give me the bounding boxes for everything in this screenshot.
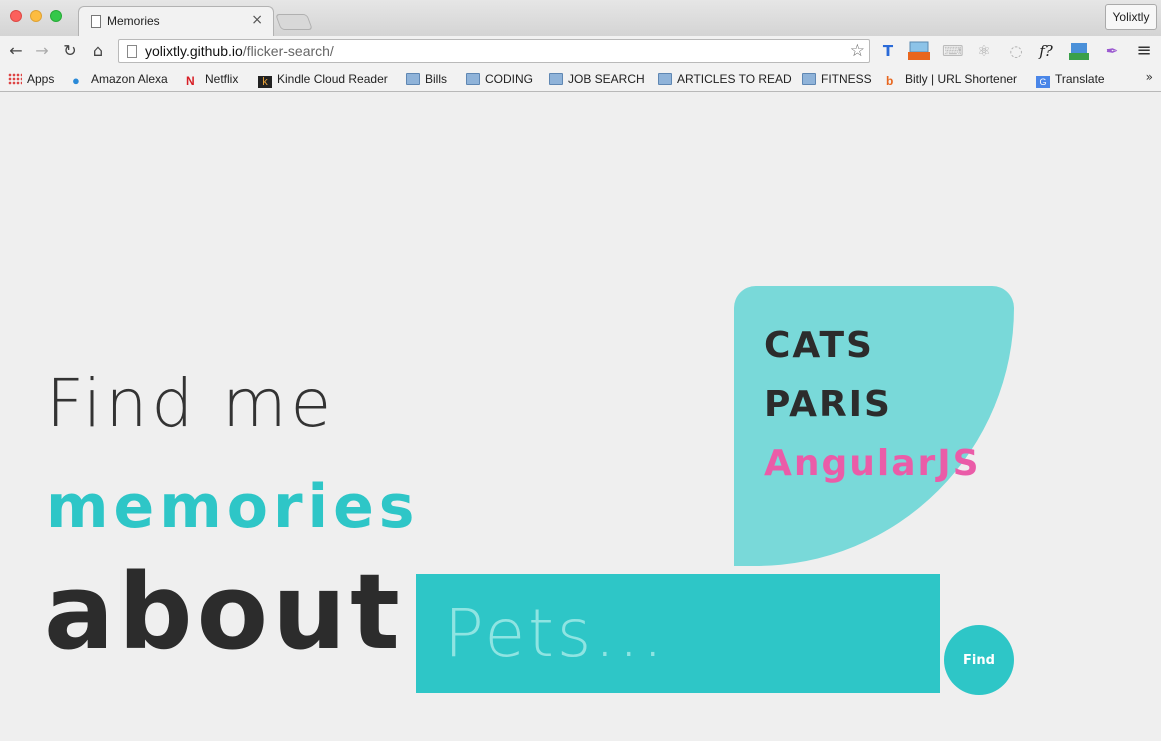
more-bookmarks-icon[interactable]: » xyxy=(1146,70,1153,84)
bookmark-label: Kindle Cloud Reader xyxy=(277,72,388,86)
bookmark-folder-bills[interactable]: Bills xyxy=(406,70,447,88)
search-box xyxy=(416,574,940,693)
folder-icon xyxy=(406,73,420,85)
extension-circle-icon[interactable]: ◌ xyxy=(1006,41,1026,61)
bookmark-folder-job-search[interactable]: JOB SEARCH xyxy=(549,70,645,88)
url-host: yolixtly.github.io xyxy=(145,43,243,59)
suggestion-panel: CATS PARIS AngularJS xyxy=(734,286,1014,566)
bookmark-label: Netflix xyxy=(205,72,239,86)
bookmark-label: Bills xyxy=(425,72,448,86)
minimize-window-button[interactable] xyxy=(30,10,42,22)
react-devtools-icon[interactable]: ⚛ xyxy=(974,41,994,61)
extension-keyboard-icon[interactable]: ⌨ xyxy=(942,41,964,61)
browser-chrome: Memories × Yolixtly ← → ↻ ⌂ yolixtly.git… xyxy=(0,0,1161,92)
reload-icon[interactable]: ↻ xyxy=(60,41,80,61)
apps-grid-icon xyxy=(8,73,22,85)
folder-icon xyxy=(466,73,480,85)
bitly-icon: b xyxy=(886,74,894,88)
page-icon xyxy=(91,15,101,28)
page-content: Find me memories about CATS PARIS Angula… xyxy=(0,92,1161,741)
bookmarks-bar: Apps ● Amazon Alexa N Netflix k Kindle Clou… xyxy=(0,66,1161,91)
extension-fonts-icon[interactable]: f? xyxy=(1036,41,1056,61)
find-button[interactable]: Find xyxy=(944,625,1014,695)
home-icon[interactable]: ⌂ xyxy=(88,41,108,61)
folder-icon xyxy=(658,73,672,85)
bookmark-label: ARTICLES TO READ xyxy=(677,72,792,86)
forward-arrow-icon[interactable]: → xyxy=(32,41,52,61)
url-path: /flicker-search/ xyxy=(242,43,334,59)
bookmark-folder-articles[interactable]: ARTICLES TO READ xyxy=(658,70,792,88)
bookmark-label: Bitly | URL Shortener xyxy=(905,72,1018,86)
extension-new-icon[interactable] xyxy=(908,41,930,61)
bookmark-translate[interactable]: G Translate xyxy=(1036,70,1105,88)
bookmark-apps[interactable]: Apps xyxy=(8,70,54,88)
kindle-icon: k xyxy=(258,76,272,88)
close-window-button[interactable] xyxy=(10,10,22,22)
alexa-icon: ● xyxy=(72,73,80,88)
headline-memories: memories xyxy=(46,472,420,542)
bookmark-label: JOB SEARCH xyxy=(568,72,645,86)
new-tab-button[interactable] xyxy=(275,14,313,30)
bookmark-netflix[interactable]: N Netflix xyxy=(186,70,238,88)
headline-find-me: Find me xyxy=(46,365,336,442)
url-text[interactable]: yolixtly.github.io/flicker-search/ xyxy=(145,43,334,59)
folder-icon xyxy=(549,73,563,85)
headline-about: about xyxy=(44,551,404,673)
back-arrow-icon[interactable]: ← xyxy=(6,41,26,61)
extension-beta-icon[interactable] xyxy=(1068,41,1089,61)
bookmark-label: Apps xyxy=(27,72,55,86)
suggestion-paris[interactable]: PARIS xyxy=(764,383,892,427)
bookmark-kindle[interactable]: k Kindle Cloud Reader xyxy=(258,70,388,88)
bookmark-amazon-alexa[interactable]: ● Amazon Alexa xyxy=(72,70,168,88)
bookmark-label: Translate xyxy=(1055,72,1105,86)
close-tab-icon[interactable]: × xyxy=(251,12,263,28)
translate-icon: G xyxy=(1036,76,1050,88)
bookmark-bitly[interactable]: b Bitly | URL Shortener xyxy=(886,70,1022,88)
extension-feather-icon[interactable]: ✒ xyxy=(1102,41,1122,61)
bookmark-folder-coding[interactable]: CODING xyxy=(466,70,533,88)
menu-icon[interactable]: ≡ xyxy=(1134,41,1154,61)
bookmark-label: FITNESS xyxy=(821,72,872,86)
tab-title: Memories xyxy=(107,14,160,28)
maximize-window-button[interactable] xyxy=(50,10,62,22)
search-input[interactable] xyxy=(416,574,940,693)
page-info-icon[interactable] xyxy=(127,45,137,58)
tab-memories[interactable]: Memories × xyxy=(78,6,274,36)
address-bar[interactable]: yolixtly.github.io/flicker-search/ ☆ xyxy=(118,39,870,63)
folder-icon xyxy=(802,73,816,85)
suggestion-cats[interactable]: CATS xyxy=(764,324,874,368)
profile-button[interactable]: Yolixtly xyxy=(1105,4,1157,30)
toolbar: ← → ↻ ⌂ yolixtly.github.io/flicker-searc… xyxy=(0,36,1161,66)
title-bar: Memories × Yolixtly xyxy=(0,0,1161,36)
bookmark-star-icon[interactable]: ☆ xyxy=(850,41,865,61)
bookmark-label: CODING xyxy=(485,72,533,86)
netflix-icon: N xyxy=(186,74,195,88)
bookmark-label: Amazon Alexa xyxy=(91,72,168,86)
suggestion-angularjs[interactable]: AngularJS xyxy=(764,442,981,486)
bookmark-folder-fitness[interactable]: FITNESS xyxy=(802,70,872,88)
extension-t-icon[interactable]: T xyxy=(878,41,898,61)
